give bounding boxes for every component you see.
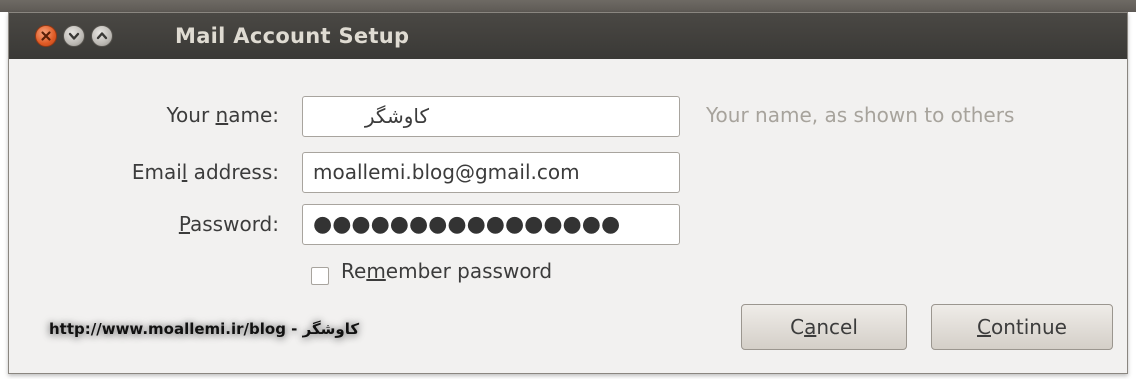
email-label: Email address: [131, 160, 279, 184]
name-hint: Your name, as shown to others [706, 103, 1015, 127]
window-title: Mail Account Setup [175, 24, 410, 48]
remember-password-label[interactable]: Remember password [341, 259, 552, 283]
password-label: Password: [178, 212, 279, 236]
maximize-button[interactable] [91, 25, 113, 47]
screen: Mail Account Setup Your name: کاوشگر You… [0, 0, 1136, 379]
maximize-icon [96, 32, 108, 40]
close-button[interactable] [35, 25, 57, 47]
mail-account-setup-dialog: Mail Account Setup Your name: کاوشگر You… [8, 12, 1128, 374]
name-input[interactable]: کاوشگر [302, 96, 680, 137]
titlebar: Mail Account Setup [9, 13, 1127, 59]
watermark-text: http://www.moallemi.ir/blog - کاوشگر [49, 320, 360, 338]
cancel-button[interactable]: Cancel [741, 304, 907, 350]
password-input[interactable]: ●●●●●●●●●●●●●●●● [302, 204, 680, 245]
minimize-icon [68, 32, 80, 40]
continue-button[interactable]: Continue [931, 304, 1113, 350]
name-label: Your name: [166, 103, 279, 127]
remember-password-checkbox[interactable] [311, 267, 329, 285]
desktop-panel-strip [0, 0, 1136, 12]
close-icon [41, 31, 51, 41]
email-input[interactable]: moallemi.blog@gmail.com [302, 152, 680, 193]
minimize-button[interactable] [63, 25, 85, 47]
